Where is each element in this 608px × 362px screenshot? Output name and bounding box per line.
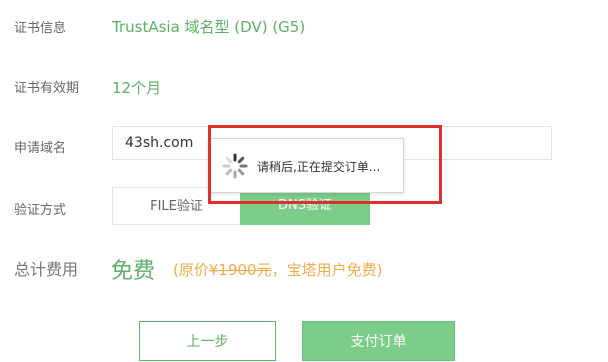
price-note: (原价¥1900元，宝塔用户免费): [173, 259, 382, 280]
cert-info-value: TrustAsia 域名型 (DV) (G5): [112, 18, 306, 36]
price-note-close: ，宝塔用户免费): [271, 261, 383, 279]
total-label: 总计费用: [14, 260, 79, 279]
original-price: ¥1900元: [208, 261, 272, 279]
cert-info-label: 证书信息: [14, 21, 67, 36]
pay-order-button[interactable]: 支付订单: [302, 321, 455, 361]
loading-dialog: 请稍后,正在提交订单...: [208, 138, 404, 193]
spinner-icon: [222, 153, 248, 179]
validity-value: 12个月: [112, 79, 162, 97]
domain-label: 申请域名: [14, 141, 67, 156]
price-note-open: (原价: [173, 261, 209, 279]
method-label: 验证方式: [14, 203, 67, 218]
prev-step-button[interactable]: 上一步: [139, 321, 276, 361]
price-free: 免费: [111, 259, 156, 284]
loading-text: 请稍后,正在提交订单...: [257, 160, 381, 174]
validity-label: 证书有效期: [14, 81, 80, 96]
domain-input-value: 43sh.com: [125, 135, 194, 151]
